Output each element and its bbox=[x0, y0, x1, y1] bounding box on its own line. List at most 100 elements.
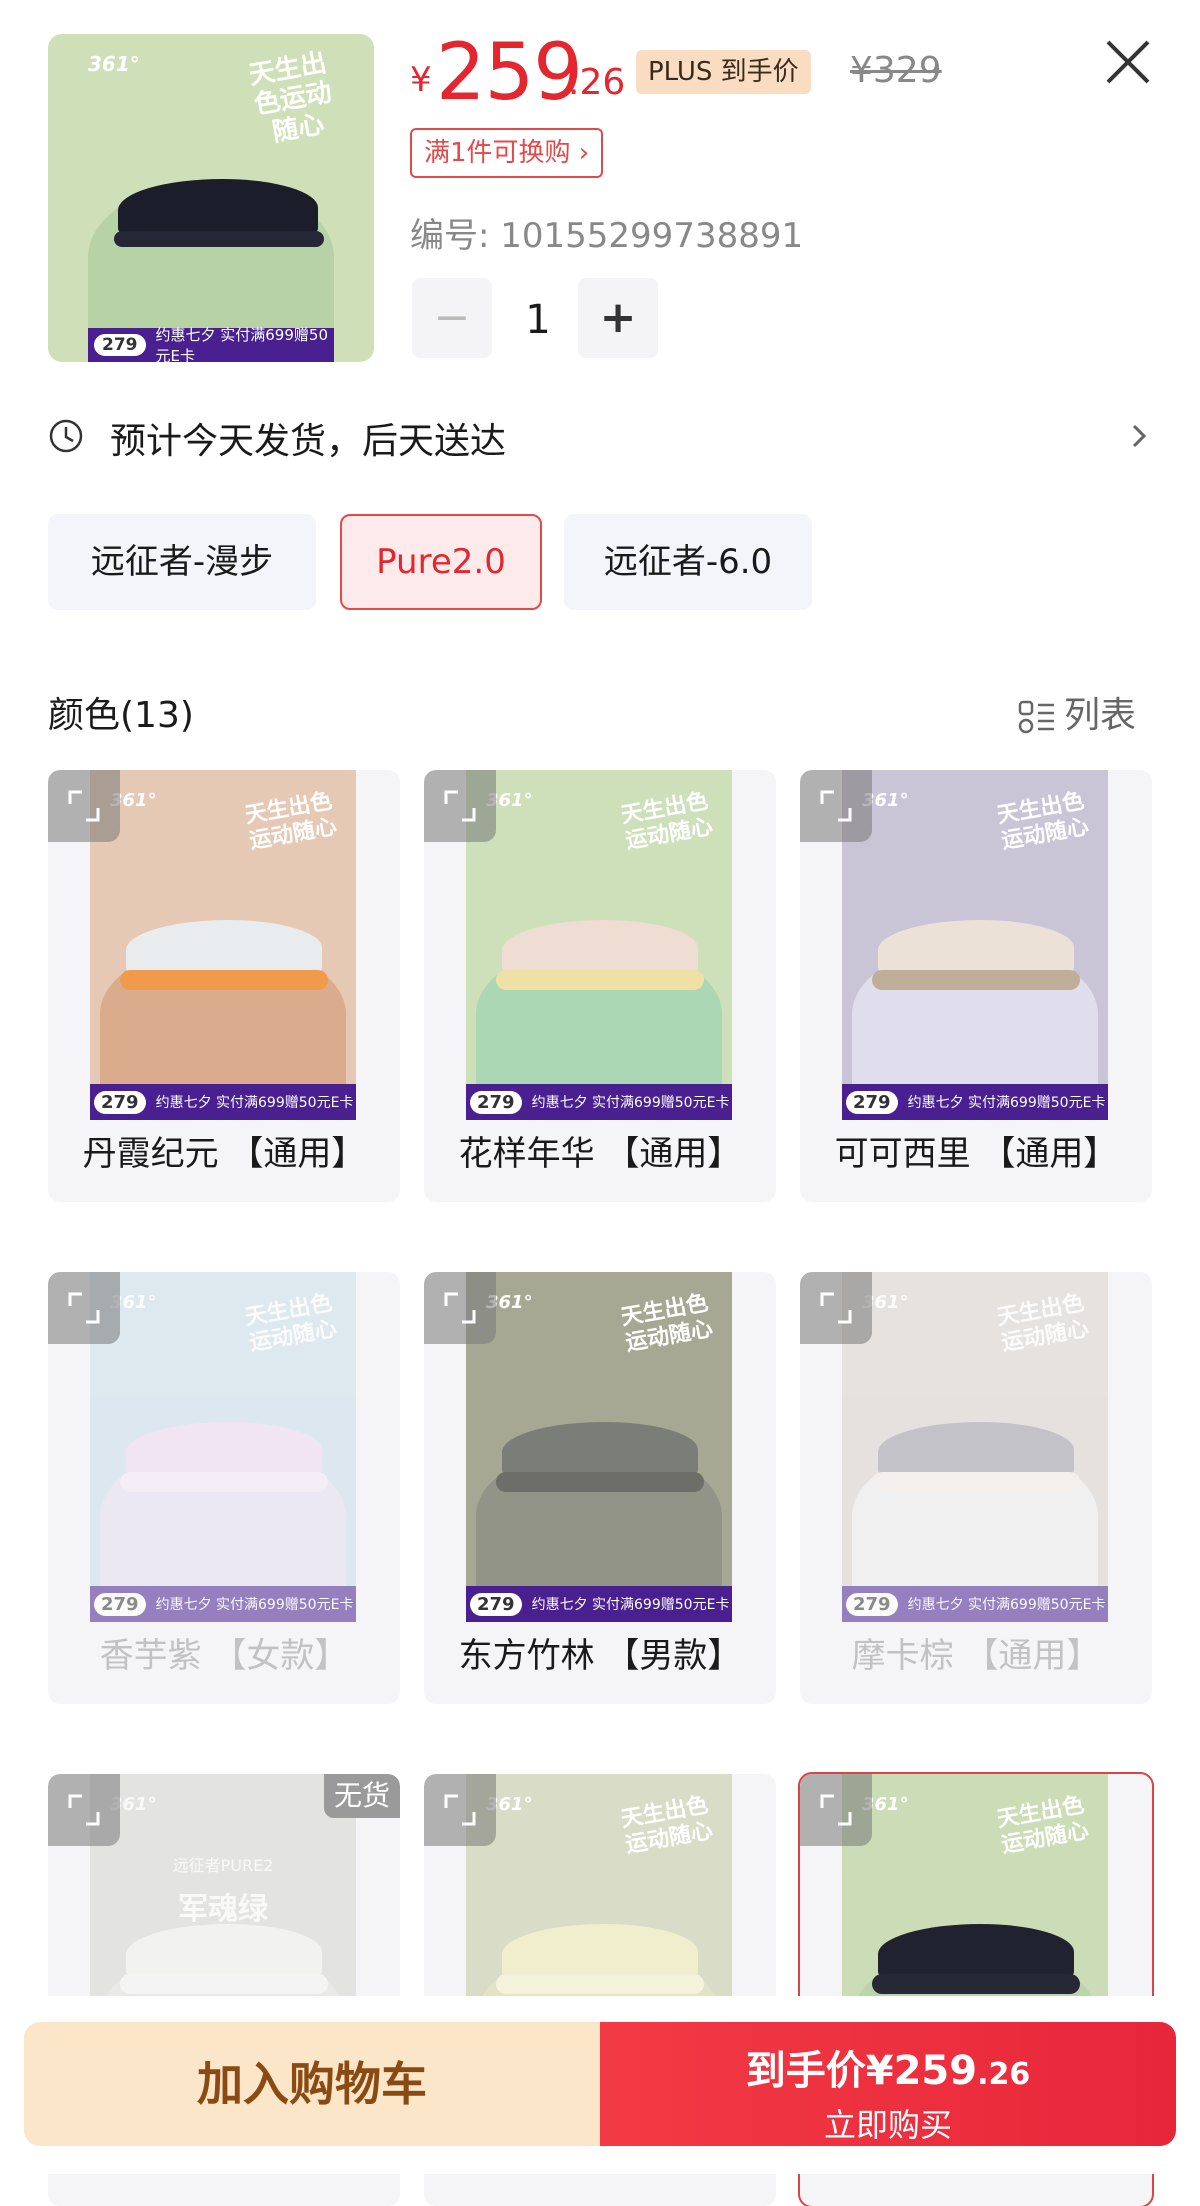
shoe-sole bbox=[872, 970, 1080, 990]
color-option-card[interactable]: 361° 天生出色运动随心 279 约惠七夕 实付满699赠50元E卡 摩卡棕 【通用】 bbox=[800, 1272, 1152, 1704]
color-option-label: 东方竹林 【男款】 bbox=[458, 1636, 742, 1676]
color-option-image: 361°天生出色运动随心279约惠七夕 实付满699赠50元E卡 bbox=[466, 770, 732, 1120]
swap-purchase-tag[interactable]: 满1件可换购 › bbox=[410, 128, 604, 178]
promo-price: 279 bbox=[94, 334, 146, 356]
shoe-sole bbox=[114, 231, 324, 247]
promo-banner: 279 约惠七夕 实付满699赠50元E卡 bbox=[466, 1586, 732, 1622]
slogan: 天生出色运动随心 bbox=[995, 1290, 1091, 1357]
promo-text: 约惠七夕 实付满699赠50元E卡 bbox=[155, 326, 329, 362]
price-currency: ¥ bbox=[410, 60, 432, 100]
original-price: ¥329 bbox=[850, 50, 942, 91]
quantity-value: 1 bbox=[525, 297, 551, 343]
list-icon bbox=[1018, 700, 1054, 734]
sku-number: 编号: 10155299738891 bbox=[410, 216, 804, 256]
color-option-card[interactable]: 361° 天生出色运动随心 279 约惠七夕 实付满699赠50元E卡 东方竹林 【男款… bbox=[424, 1272, 776, 1704]
shoe-sole bbox=[872, 1472, 1080, 1492]
promo-text: 约惠七夕 实付满699赠50元E卡 bbox=[155, 1597, 354, 1613]
quantity-decrease-button[interactable]: − bbox=[412, 278, 492, 358]
color-option-label: 摩卡棕 【通用】 bbox=[851, 1636, 1101, 1676]
slogan: 天生出色运动随心 bbox=[619, 1792, 715, 1859]
promo-banner: 279 约惠七夕 实付满699赠50元E卡 bbox=[466, 1084, 732, 1120]
close-icon[interactable] bbox=[1100, 34, 1156, 90]
color-option-card[interactable]: 361° 天生出色运动随心 279 约惠七夕 实付满699赠50元E卡 花样年华 【通用… bbox=[424, 770, 776, 1202]
shoe-sole bbox=[120, 970, 328, 990]
buy-now-price-decimal: .26 bbox=[977, 2057, 1031, 2092]
promo-text: 约惠七夕 实付满699赠50元E卡 bbox=[155, 1095, 354, 1111]
expand-icon[interactable] bbox=[48, 1774, 120, 1846]
slogan: 天生出色运动随心 bbox=[619, 788, 715, 855]
slogan: 天生出色运动随心 bbox=[243, 788, 339, 855]
shoe-sole bbox=[496, 970, 704, 990]
slogan: 天生出色运动随心 bbox=[995, 1792, 1091, 1859]
expand-icon[interactable] bbox=[800, 1272, 872, 1344]
promo-price: 279 bbox=[846, 1592, 898, 1616]
promo-banner: 279 约惠七夕 实付满699赠50元E卡 bbox=[842, 1084, 1108, 1120]
buy-now-label: 立即购买 bbox=[823, 2106, 952, 2144]
shoe-sole bbox=[120, 1974, 328, 1994]
expand-icon[interactable] bbox=[424, 1272, 496, 1344]
promo-banner: 279 约惠七夕 实付满699赠50元E卡 bbox=[842, 1586, 1108, 1622]
style-chip-yuanzhengzhe-6[interactable]: 远征者-6.0 bbox=[564, 514, 812, 610]
promo-text: 约惠七夕 实付满699赠50元E卡 bbox=[531, 1095, 730, 1111]
shoe-sole bbox=[120, 1472, 328, 1492]
expand-icon[interactable] bbox=[48, 770, 120, 842]
shoe-sole bbox=[496, 1974, 704, 1994]
shoe-sole bbox=[496, 1472, 704, 1492]
color-caption: 军魂绿 bbox=[178, 1892, 268, 1927]
buy-now-price-main: 到手价¥259 bbox=[745, 2048, 978, 2094]
promo-price: 279 bbox=[846, 1090, 898, 1114]
promo-price: 279 bbox=[94, 1592, 146, 1616]
expand-icon[interactable] bbox=[48, 1272, 120, 1344]
add-to-cart-button[interactable]: 加入购物车 bbox=[24, 2022, 600, 2146]
buy-now-button[interactable]: 到手价¥259.26 立即购买 bbox=[600, 2022, 1176, 2146]
color-option-label: 香芋紫 【女款】 bbox=[99, 1636, 349, 1676]
list-view-toggle[interactable]: 列表 bbox=[1018, 686, 1136, 738]
color-option-label: 丹霞纪元 【通用】 bbox=[82, 1134, 366, 1174]
promo-text: 约惠七夕 实付满699赠50元E卡 bbox=[531, 1597, 730, 1613]
color-option-image: 361°天生出色运动随心279约惠七夕 实付满699赠50元E卡 bbox=[842, 770, 1108, 1120]
promo-price: 279 bbox=[470, 1090, 522, 1114]
slogan: 天生出色运动随心 bbox=[246, 47, 335, 148]
color-option-label: 可可西里 【通用】 bbox=[834, 1134, 1118, 1174]
promo-banner: 279 约惠七夕 实付满699赠50元E卡 bbox=[90, 1586, 356, 1622]
promo-banner: 279 约惠七夕 实付满699赠50元E卡 bbox=[88, 326, 334, 362]
color-option-image: 361°天生出色运动随心279约惠七夕 实付满699赠50元E卡 bbox=[90, 770, 356, 1120]
promo-text: 约惠七夕 实付满699赠50元E卡 bbox=[907, 1095, 1106, 1111]
brand-logo: 361° bbox=[88, 52, 140, 76]
color-option-image: 361°天生出色运动随心279约惠七夕 实付满699赠50元E卡 bbox=[466, 1272, 732, 1622]
slogan: 天生出色运动随心 bbox=[995, 788, 1091, 855]
color-option-image: 361°天生出色运动随心279约惠七夕 实付满699赠50元E卡 bbox=[842, 1272, 1108, 1622]
promo-price: 279 bbox=[470, 1592, 522, 1616]
color-option-card[interactable]: 361° 天生出色运动随心 279 约惠七夕 实付满699赠50元E卡 丹霞纪元 【通用… bbox=[48, 770, 400, 1202]
color-option-image: 361°天生出色运动随心279约惠七夕 实付满699赠50元E卡 bbox=[90, 1272, 356, 1622]
shoe-sole bbox=[872, 1974, 1080, 1994]
delivery-estimate[interactable]: 预计今天发货，后天送达 bbox=[110, 412, 506, 464]
chevron-right-icon[interactable] bbox=[1130, 418, 1150, 454]
list-view-label: 列表 bbox=[1064, 695, 1137, 736]
model-caption: 远征者PURE2 bbox=[172, 1856, 274, 1875]
product-thumbnail[interactable]: 361° 天生出色运动随心 279 约惠七夕 实付满699赠50元E卡 bbox=[48, 34, 374, 362]
expand-icon[interactable] bbox=[800, 770, 872, 842]
style-chip-pure2[interactable]: Pure2.0 bbox=[340, 514, 542, 610]
color-option-card[interactable]: 361° 天生出色运动随心 279 约惠七夕 实付满699赠50元E卡 香芋紫 【女款】 bbox=[48, 1272, 400, 1704]
expand-icon[interactable] bbox=[800, 1774, 872, 1846]
color-option-card[interactable]: 361° 天生出色运动随心 279 约惠七夕 实付满699赠50元E卡 可可西里 【通用… bbox=[800, 770, 1152, 1202]
promo-price: 279 bbox=[94, 1090, 146, 1114]
style-chip-yuanzhengzhe-manbu[interactable]: 远征者-漫步 bbox=[48, 514, 316, 610]
quantity-increase-button[interactable]: + bbox=[578, 278, 658, 358]
promo-text: 约惠七夕 实付满699赠50元E卡 bbox=[907, 1597, 1106, 1613]
color-option-label: 花样年华 【通用】 bbox=[458, 1134, 742, 1174]
promo-banner: 279 约惠七夕 实付满699赠50元E卡 bbox=[90, 1084, 356, 1120]
plus-price-badge: PLUS 到手价 bbox=[636, 50, 811, 94]
out-of-stock-badge: 无货 bbox=[323, 1774, 400, 1818]
buy-now-price: 到手价¥259.26 bbox=[600, 2038, 1176, 2096]
price-decimal: .26 bbox=[568, 62, 626, 103]
price-main: 259 bbox=[436, 28, 583, 118]
clock-icon bbox=[49, 419, 83, 453]
slogan: 天生出色运动随心 bbox=[619, 1290, 715, 1357]
color-section-title: 颜色(13) bbox=[48, 695, 194, 736]
expand-icon[interactable] bbox=[424, 770, 496, 842]
shoe-image bbox=[118, 179, 318, 239]
slogan: 天生出色运动随心 bbox=[243, 1290, 339, 1357]
expand-icon[interactable] bbox=[424, 1774, 496, 1846]
